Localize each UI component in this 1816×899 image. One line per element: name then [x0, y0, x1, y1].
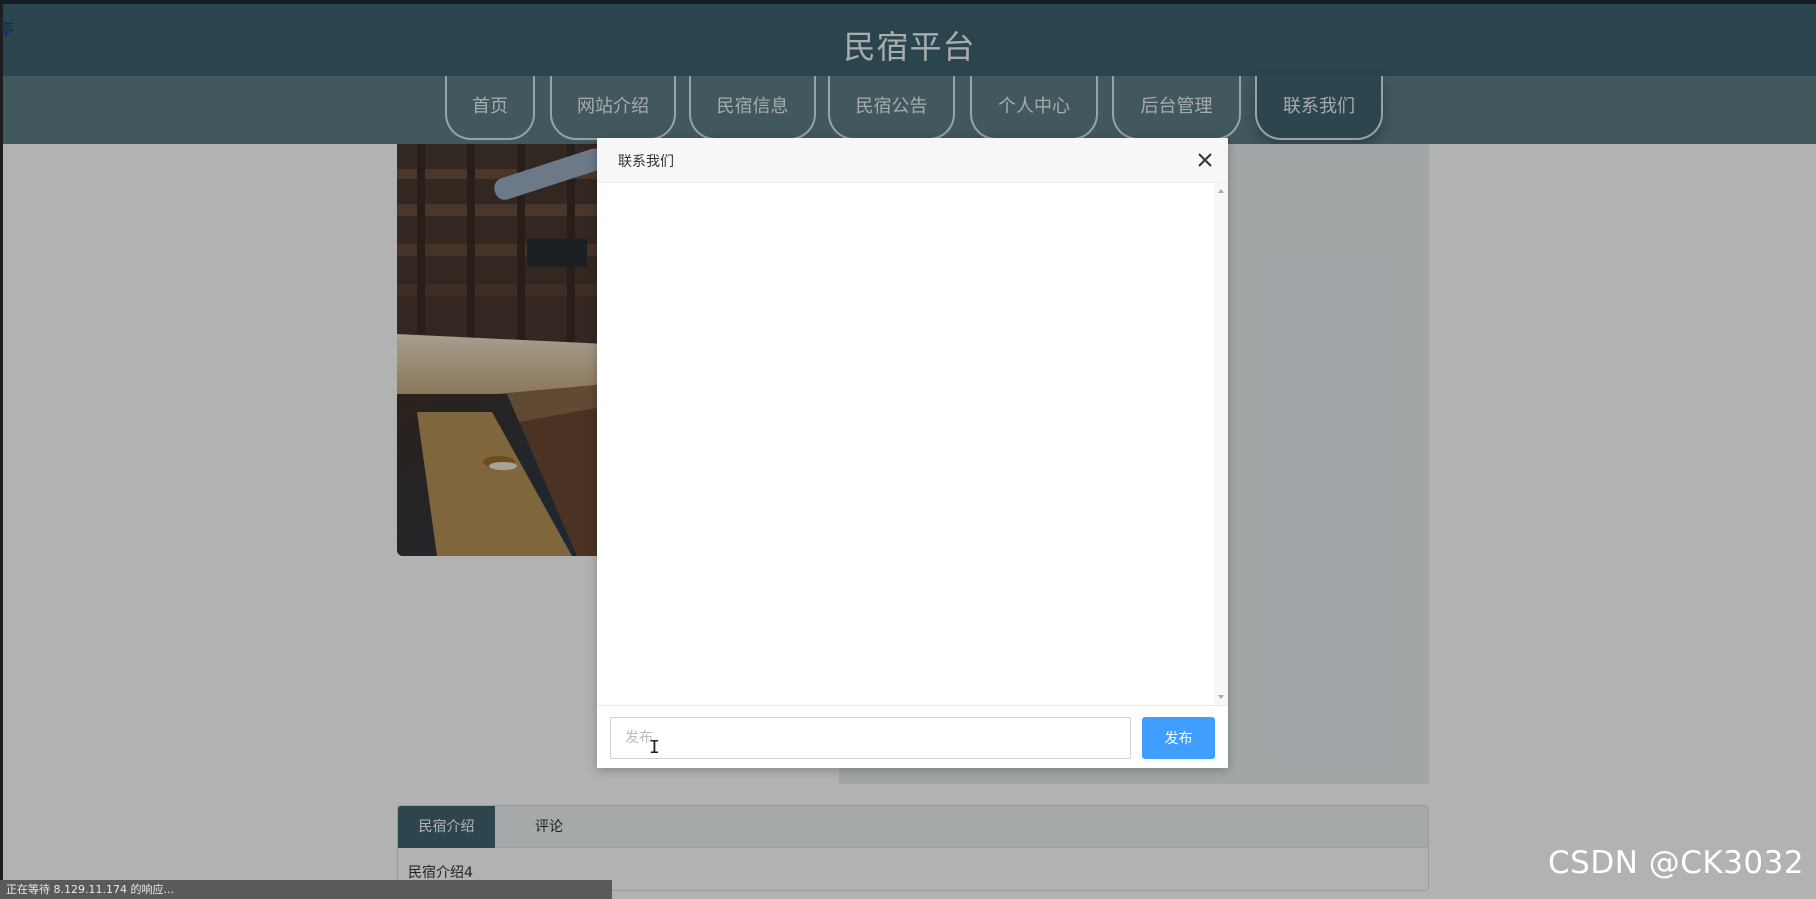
browser-status-bar: 正在等待 8.129.11.174 的响应...	[0, 880, 612, 899]
close-icon[interactable]	[1194, 149, 1216, 171]
message-scrollbar[interactable]	[1214, 183, 1228, 705]
publish-button[interactable]: 发布	[1142, 717, 1215, 759]
message-area	[597, 183, 1228, 705]
dialog-title: 联系我们	[618, 154, 674, 170]
dialog-footer: 发布	[597, 705, 1228, 768]
watermark: CSDN @CK3032	[1548, 845, 1805, 881]
message-input[interactable]	[610, 717, 1131, 759]
scroll-up-icon[interactable]	[1218, 189, 1224, 193]
text-cursor-icon: I	[649, 737, 660, 758]
dialog-header: 联系我们	[597, 138, 1228, 183]
contact-dialog: 联系我们 发布	[597, 138, 1228, 768]
scroll-down-icon[interactable]	[1218, 695, 1224, 699]
